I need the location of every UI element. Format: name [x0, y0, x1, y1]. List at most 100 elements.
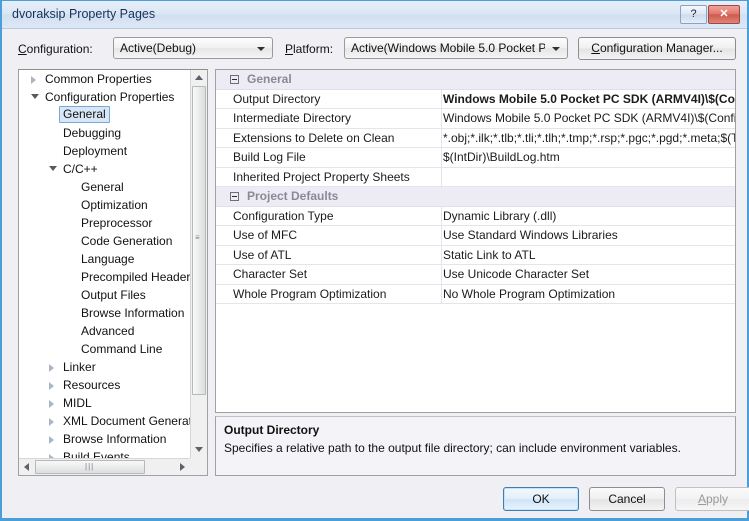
tree-item-midl[interactable]: MIDL — [19, 394, 190, 412]
property-row[interactable]: Output Directory Windows Mobile 5.0 Pocke… — [216, 89, 735, 109]
tree-horizontal-scrollbar[interactable]: ||| — [19, 458, 190, 475]
tree-item-language[interactable]: Language — [19, 250, 190, 268]
platform-dropdown[interactable]: Active(Windows Mobile 5.0 Pocket PC — [344, 37, 568, 59]
property-category-row[interactable]: Project Defaults — [216, 187, 735, 207]
configuration-dropdown[interactable]: Active(Debug) — [113, 37, 273, 59]
property-value[interactable]: Windows Mobile 5.0 Pocket PC SDK (ARMV4I… — [443, 92, 735, 106]
property-grid-splitter[interactable] — [441, 167, 442, 186]
category-label: General — [247, 72, 292, 86]
property-grid-splitter[interactable] — [441, 128, 442, 147]
tree-item-label: XML Document Generator — [63, 414, 190, 428]
tree-expand-arrow-closed-icon[interactable] — [49, 418, 54, 426]
property-value[interactable]: Use Unicode Character Set — [443, 267, 735, 281]
tree-item-label: MIDL — [63, 396, 92, 410]
tree-item-general[interactable]: General — [19, 106, 190, 124]
property-pages-dialog: dvoraksip Property Pages ? ✕ Configurati… — [0, 0, 749, 521]
tree-item-label: Linker — [63, 360, 96, 374]
scroll-down-icon[interactable] — [195, 447, 203, 452]
tree-vertical-scrollbar[interactable]: ≡ — [190, 70, 207, 458]
tree-item-configuration-properties[interactable]: Configuration Properties — [19, 88, 190, 106]
property-value[interactable]: Use Standard Windows Libraries — [443, 228, 735, 242]
property-grid[interactable]: General Output Directory Windows Mobile 5.… — [215, 69, 736, 413]
tree-item-preprocessor[interactable]: Preprocessor — [19, 214, 190, 232]
property-value[interactable]: Dynamic Library (.dll) — [443, 209, 735, 223]
tree-item-label: Advanced — [81, 324, 135, 338]
category-label: Project Defaults — [247, 189, 339, 203]
property-value[interactable]: Static Link to ATL — [443, 248, 735, 262]
tree-item-label: Resources — [63, 378, 121, 392]
cancel-button[interactable]: Cancel — [589, 487, 665, 511]
tree-item-code-generation[interactable]: Code Generation — [19, 232, 190, 250]
tree-expand-arrow-closed-icon[interactable] — [49, 436, 54, 444]
property-grid-rows: General Output Directory Windows Mobile 5.… — [216, 70, 735, 304]
tree-hscroll-grip: ||| — [85, 462, 95, 471]
tree-item-xml-document-generator[interactable]: XML Document Generator — [19, 412, 190, 430]
property-grid-splitter[interactable] — [441, 265, 442, 284]
tree-item-output-files[interactable]: Output Files — [19, 286, 190, 304]
tree-item-common-properties[interactable]: Common Properties — [19, 70, 190, 88]
tree-expand-arrow-open-icon[interactable] — [49, 166, 57, 171]
property-row[interactable]: Intermediate Directory Windows Mobile 5.0… — [216, 109, 735, 129]
platform-value: Active(Windows Mobile 5.0 Pocket PC — [351, 41, 545, 55]
configuration-value: Active(Debug) — [120, 41, 197, 55]
property-grid-splitter[interactable] — [441, 206, 442, 225]
tree-item-precompiled-headers[interactable]: Precompiled Headers — [19, 268, 190, 286]
property-row[interactable]: Inherited Project Property Sheets — [216, 167, 735, 187]
tree-expand-arrow-closed-icon[interactable] — [49, 400, 54, 408]
tree-item-linker[interactable]: Linker — [19, 358, 190, 376]
tree-expand-arrow-closed-icon[interactable] — [49, 382, 54, 390]
scroll-left-icon[interactable] — [24, 463, 29, 471]
tree-expand-arrow-open-icon[interactable] — [31, 94, 39, 99]
property-row[interactable]: Extensions to Delete on Clean *.obj;*.ilk… — [216, 128, 735, 148]
tree-item-label: General — [59, 106, 110, 123]
scroll-up-icon[interactable] — [195, 75, 203, 80]
property-name: Build Log File — [233, 150, 306, 164]
property-name: Use of MFC — [233, 228, 298, 242]
category-collapse-icon[interactable] — [230, 75, 239, 84]
tree-item-resources[interactable]: Resources — [19, 376, 190, 394]
tree-item-browse-information[interactable]: Browse Information — [19, 304, 190, 322]
property-value[interactable]: $(IntDir)\BuildLog.htm — [443, 150, 735, 164]
tree-expand-arrow-closed-icon[interactable] — [49, 364, 54, 372]
tree-item-advanced[interactable]: Advanced — [19, 322, 190, 340]
tree-item-build-events[interactable]: Build Events — [19, 448, 190, 458]
property-grid-splitter[interactable] — [441, 109, 442, 128]
apply-button[interactable]: Apply — [675, 487, 749, 511]
category-collapse-icon[interactable] — [230, 192, 239, 201]
tree-item-browse-information[interactable]: Browse Information — [19, 430, 190, 448]
property-value[interactable]: *.obj;*.ilk;*.tlb;*.tli;*.tlh;*.tmp;*.rs… — [443, 131, 735, 145]
title-bar: dvoraksip Property Pages ? ✕ — [2, 1, 747, 29]
tree-item-label: Configuration Properties — [45, 90, 175, 104]
tree-item-label: Command Line — [81, 342, 163, 356]
property-value[interactable]: Windows Mobile 5.0 Pocket PC SDK (ARMV4I… — [443, 111, 735, 125]
scroll-right-icon[interactable] — [180, 463, 185, 471]
property-row[interactable]: Build Log File $(IntDir)\BuildLog.htm — [216, 148, 735, 168]
configuration-manager-button[interactable]: Configuration Manager... — [578, 37, 736, 60]
tree-expand-arrow-closed-icon[interactable] — [31, 76, 36, 84]
property-grid-splitter[interactable] — [441, 245, 442, 264]
tree-item-debugging[interactable]: Debugging — [19, 124, 190, 142]
tree-item-c-c[interactable]: C/C++ — [19, 160, 190, 178]
tree-item-label: Browse Information — [63, 432, 167, 446]
tree-scroll-corner — [190, 458, 207, 475]
property-value[interactable]: No Whole Program Optimization — [443, 287, 735, 301]
property-category-row[interactable]: General — [216, 70, 735, 90]
tree-item-optimization[interactable]: Optimization — [19, 196, 190, 214]
property-grid-splitter[interactable] — [441, 89, 442, 108]
close-icon[interactable]: ✕ — [708, 5, 740, 24]
tree-item-deployment[interactable]: Deployment — [19, 142, 190, 160]
tree-item-command-line[interactable]: Command Line — [19, 340, 190, 358]
property-grid-splitter[interactable] — [441, 226, 442, 245]
property-row[interactable]: Configuration Type Dynamic Library (.dll) — [216, 206, 735, 226]
property-row[interactable]: Use of ATL Static Link to ATL — [216, 245, 735, 265]
property-grid-splitter[interactable] — [441, 148, 442, 167]
ok-button[interactable]: OK — [503, 487, 579, 511]
property-name: Use of ATL — [233, 247, 292, 262]
property-row[interactable]: Whole Program Optimization No Whole Progr… — [216, 284, 735, 304]
property-row[interactable]: Use of MFC Use Standard Windows Libraries — [216, 226, 735, 246]
tree-item-general[interactable]: General — [19, 178, 190, 196]
property-grid-splitter[interactable] — [441, 284, 442, 303]
help-icon[interactable]: ? — [680, 5, 707, 24]
property-row[interactable]: Character Set Use Unicode Character Set — [216, 265, 735, 285]
property-tree[interactable]: Common Properties Configuration Propertie… — [18, 69, 208, 476]
